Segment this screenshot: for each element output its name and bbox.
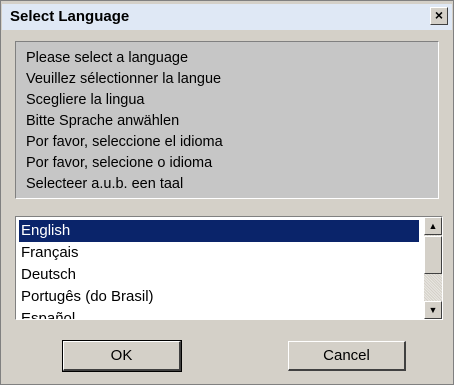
language-option-english[interactable]: English [19,220,419,242]
instruction-line: Por favor, selecione o idioma [26,155,213,171]
instruction-line: Por favor, seleccione el idioma [26,134,223,150]
language-list: English Français Deutsch Portugês (do Br… [19,220,419,319]
language-option-german[interactable]: Deutsch [19,264,419,286]
language-option-spanish[interactable]: Español [19,308,419,319]
instruction-line: Veuillez sélectionner la langue [26,71,222,87]
language-listbox[interactable]: English Français Deutsch Portugês (do Br… [15,216,443,320]
instruction-line: Bitte Sprache anwählen [26,113,180,129]
title-bar[interactable]: Select Language × [2,4,452,30]
instruction-line: Selecteer a.u.b. een taal [26,176,184,192]
close-icon: × [434,7,444,23]
language-option-french[interactable]: Français [19,242,419,264]
instruction-line: Please select a language [26,50,189,66]
list-scrollbar[interactable]: ▲ ▼ [424,217,442,319]
scroll-down-button[interactable]: ▼ [424,301,442,319]
instruction-line: Scegliere la lingua [26,92,145,108]
dialog-title: Select Language [10,8,130,25]
close-button[interactable]: × [430,7,448,25]
ok-button[interactable]: OK [62,340,182,372]
language-option-portuguese-brazil[interactable]: Portugês (do Brasil) [19,286,419,308]
arrow-down-icon: ▼ [428,305,438,315]
arrow-up-icon: ▲ [428,221,438,231]
scrollbar-thumb[interactable] [424,236,442,274]
select-language-dialog: Select Language × Please select a langua… [0,0,454,385]
cancel-button[interactable]: Cancel [288,341,406,371]
instruction-panel: Please select a language Veuillez sélect… [15,41,439,199]
scroll-up-button[interactable]: ▲ [424,217,442,235]
